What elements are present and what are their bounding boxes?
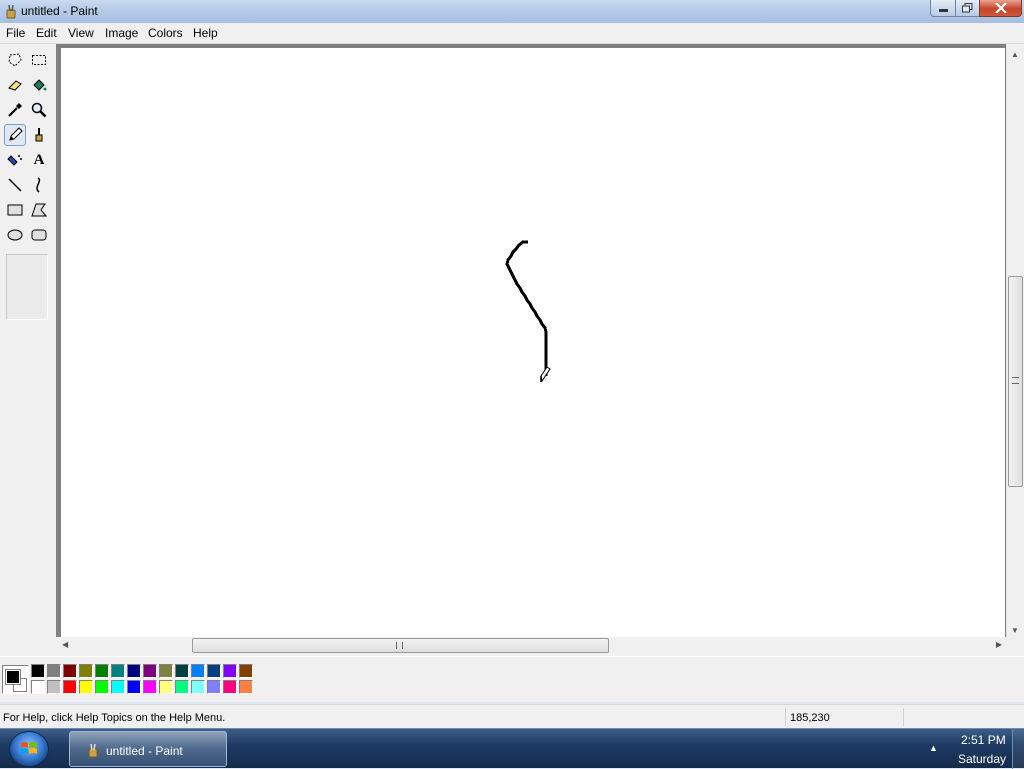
title-bar[interactable]: untitled - Paint	[0, 0, 1024, 23]
palette-swatch[interactable]	[79, 680, 93, 694]
menu-view[interactable]: View	[68, 26, 94, 40]
palette-swatch[interactable]	[159, 664, 173, 678]
palette-swatch[interactable]	[31, 680, 45, 694]
palette-swatch[interactable]	[239, 664, 253, 678]
palette-swatch[interactable]	[191, 680, 205, 694]
palette-swatch[interactable]	[223, 664, 237, 678]
toolbox: A	[0, 47, 56, 659]
text-icon[interactable]: A	[28, 149, 50, 171]
palette-swatch[interactable]	[95, 680, 109, 694]
show-hidden-icons-icon[interactable]: ▲	[929, 743, 938, 753]
palette-swatch[interactable]	[47, 680, 61, 694]
rounded-rectangle-icon[interactable]	[28, 224, 50, 246]
drawing-canvas[interactable]	[61, 48, 1005, 637]
paint-brush-cup-icon	[88, 743, 98, 758]
horizontal-scrollbar[interactable]: ◀ ▶	[56, 637, 1007, 654]
pencil-stroke	[505, 240, 548, 376]
status-bar: For Help, click Help Topics on the Help …	[0, 704, 1024, 728]
polygon-icon[interactable]	[28, 199, 50, 221]
palette-swatch[interactable]	[63, 664, 77, 678]
scroll-down-arrow-icon[interactable]: ▼	[1011, 626, 1019, 635]
restore-button[interactable]	[955, 0, 980, 17]
vertical-scroll-thumb[interactable]	[1008, 276, 1023, 487]
horizontal-scroll-thumb[interactable]	[192, 638, 609, 653]
palette-swatch[interactable]	[95, 664, 109, 678]
palette-swatch[interactable]	[207, 664, 221, 678]
rect-select-icon[interactable]	[28, 49, 50, 71]
palette-swatch[interactable]	[191, 664, 205, 678]
palette-swatch[interactable]	[175, 680, 189, 694]
palette-swatch[interactable]	[79, 664, 93, 678]
palette-swatch[interactable]	[143, 664, 157, 678]
minimize-icon	[938, 9, 948, 12]
palette-swatch[interactable]	[111, 680, 125, 694]
line-icon[interactable]	[4, 174, 26, 196]
current-colors-box[interactable]	[2, 665, 29, 694]
menu-help[interactable]: Help	[193, 26, 218, 40]
foreground-color-swatch[interactable]	[5, 669, 21, 685]
tool-options-panel[interactable]	[6, 254, 48, 320]
palette-swatch[interactable]	[143, 680, 157, 694]
palette-swatch[interactable]	[175, 664, 189, 678]
palette-swatch[interactable]	[223, 680, 237, 694]
magnifier-icon[interactable]	[28, 99, 50, 121]
fill-bucket-icon[interactable]	[28, 74, 50, 96]
palette-swatch[interactable]	[159, 680, 173, 694]
menu-edit[interactable]: Edit	[36, 26, 57, 40]
palette-swatch[interactable]	[127, 664, 141, 678]
close-icon	[994, 3, 1007, 13]
scroll-right-arrow-icon[interactable]: ▶	[996, 640, 1002, 649]
clock-time[interactable]: 2:51 PM	[961, 733, 1006, 747]
curve-icon[interactable]	[28, 174, 50, 196]
scroll-left-arrow-icon[interactable]: ◀	[62, 640, 68, 649]
windows-start-orb-icon	[21, 742, 37, 754]
menu-colors[interactable]: Colors	[148, 26, 183, 40]
taskbar-item-label: untitled - Paint	[106, 744, 183, 758]
palette-swatch[interactable]	[111, 664, 125, 678]
palette-swatch[interactable]	[127, 680, 141, 694]
palette-swatch[interactable]	[47, 664, 61, 678]
grip-icon	[396, 642, 403, 649]
taskbar: untitled - Paint ▲ 2:51 PM Saturday	[0, 728, 1024, 769]
show-desktop-button[interactable]	[1012, 729, 1024, 769]
palette-swatch[interactable]	[239, 680, 253, 694]
selection-size	[903, 708, 1024, 726]
window-title: untitled - Paint	[21, 4, 98, 18]
palette-swatch[interactable]	[63, 680, 77, 694]
taskbar-item-paint[interactable]: untitled - Paint	[69, 731, 227, 767]
vertical-scrollbar[interactable]: ▲ ▼	[1006, 44, 1024, 638]
menu-image[interactable]: Image	[105, 26, 138, 40]
airbrush-icon[interactable]	[4, 149, 26, 171]
pencil-icon[interactable]	[4, 124, 26, 146]
scroll-up-arrow-icon[interactable]: ▲	[1011, 50, 1019, 59]
status-help-text: For Help, click Help Topics on the Help …	[3, 712, 226, 724]
paint-brush-cup-icon	[6, 4, 16, 19]
palette-swatch[interactable]	[31, 664, 45, 678]
pencil-cursor-icon	[540, 366, 551, 383]
grip-icon	[1012, 377, 1019, 384]
palette-swatch[interactable]	[207, 680, 221, 694]
clock-day[interactable]: Saturday	[958, 752, 1006, 766]
scroll-corner	[1007, 637, 1024, 654]
free-form-select-icon[interactable]	[4, 49, 26, 71]
cursor-coordinates: 185,230	[785, 708, 903, 726]
color-picker-icon[interactable]	[4, 99, 26, 121]
restore-icon	[962, 3, 973, 13]
rectangle-icon[interactable]	[4, 199, 26, 221]
eraser-icon[interactable]	[4, 74, 26, 96]
ellipse-icon[interactable]	[4, 224, 26, 246]
close-button[interactable]	[979, 0, 1022, 17]
menu-bar: File Edit View Image Colors Help	[0, 23, 1024, 44]
start-button[interactable]	[9, 731, 49, 767]
menu-file[interactable]: File	[6, 26, 25, 40]
color-palette-bar	[0, 656, 1024, 702]
minimize-button[interactable]	[930, 0, 956, 17]
brush-icon[interactable]	[28, 124, 50, 146]
